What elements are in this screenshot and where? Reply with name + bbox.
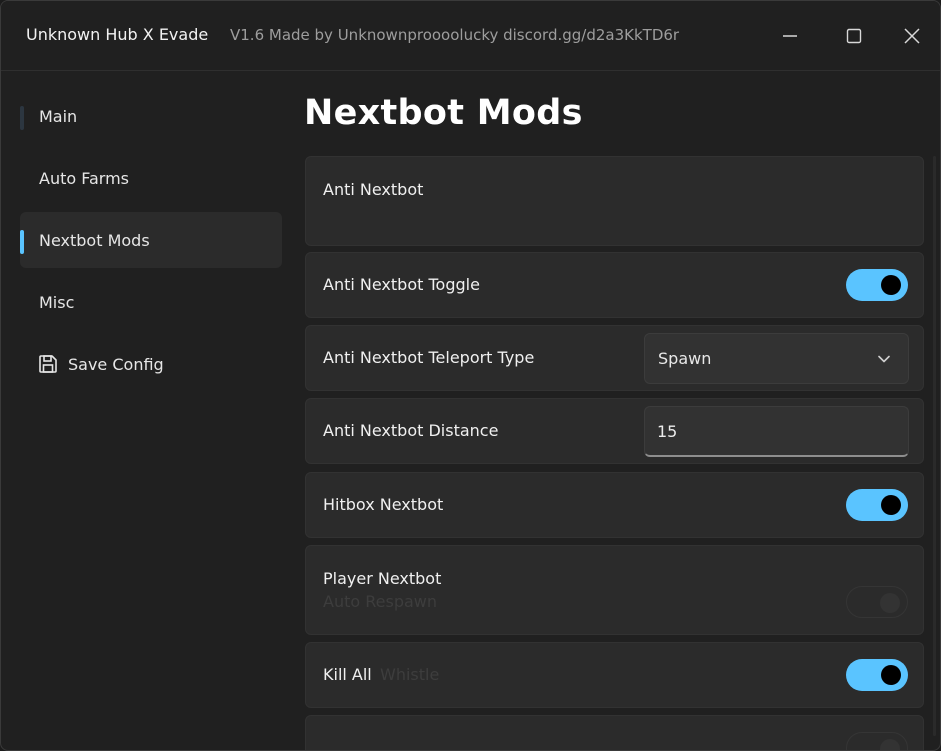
toggle-knob: [881, 665, 901, 685]
window-title: Unknown Hub X Evade: [26, 25, 209, 44]
faded-auto-respawn-label: Auto Respawn: [323, 592, 437, 611]
sidebar-item-label: Misc: [39, 293, 75, 312]
anti-nextbot-toggle-row: Anti Nextbot Toggle: [305, 252, 924, 318]
sidebar-item-save-config[interactable]: Save Config: [20, 336, 282, 392]
minimize-button[interactable]: [772, 19, 808, 53]
sidebar-item-label: Auto Farms: [39, 169, 129, 188]
sidebar-item-label: Save Config: [68, 355, 164, 374]
teleport-type-row: Anti Nextbot Teleport Type Spawn: [305, 325, 924, 391]
sidebar-item-label: Main: [39, 107, 78, 126]
selection-indicator: [20, 230, 24, 254]
content-panel: Anti Nextbot Anti Nextbot Toggle Anti Ne…: [305, 156, 924, 750]
faded-toggle: [846, 732, 908, 750]
distance-row: Anti Nextbot Distance: [305, 398, 924, 464]
row-label: Anti Nextbot Teleport Type: [323, 348, 535, 367]
kill-all-toggle[interactable]: [846, 659, 908, 691]
minimize-icon: [783, 35, 797, 37]
anti-nextbot-toggle[interactable]: [846, 269, 908, 301]
section-card-anti-nextbot: Anti Nextbot: [305, 156, 924, 246]
distance-textbox: [644, 406, 909, 457]
section-card-player-nextbot: Player Nextbot Auto Respawn: [305, 545, 924, 635]
sidebar: Main Auto Farms Nextbot Mods Misc Save C…: [1, 71, 291, 750]
toggle-knob: [881, 495, 901, 515]
maximize-icon: [846, 28, 862, 44]
row-label: Anti Nextbot Toggle: [323, 275, 480, 294]
teleport-type-dropdown[interactable]: Spawn: [644, 333, 909, 384]
close-icon: [904, 28, 920, 44]
title-bar: Unknown Hub X Evade V1.6 Made by Unknown…: [1, 1, 940, 71]
partial-row: [305, 715, 924, 750]
toggle-knob: [881, 275, 901, 295]
faded-whistle-label: Whistle: [380, 665, 440, 684]
dropdown-value: Spawn: [658, 349, 712, 368]
distance-input[interactable]: [657, 420, 887, 442]
section-header: Anti Nextbot: [323, 180, 424, 199]
sidebar-item-misc[interactable]: Misc: [20, 274, 282, 330]
app-window: Unknown Hub X Evade V1.6 Made by Unknown…: [0, 0, 941, 751]
sidebar-item-nextbot-mods[interactable]: Nextbot Mods: [20, 212, 282, 268]
sidebar-item-auto-farms[interactable]: Auto Farms: [20, 150, 282, 206]
toggle-knob: [880, 739, 900, 750]
toggle-knob: [880, 593, 900, 613]
save-icon: [39, 355, 57, 373]
hitbox-nextbot-row: Hitbox Nextbot: [305, 472, 924, 538]
scrollbar[interactable]: [933, 156, 936, 736]
row-label: Anti Nextbot Distance: [323, 421, 499, 440]
selection-indicator: [20, 106, 24, 130]
maximize-button[interactable]: [836, 19, 872, 53]
faded-toggle: [846, 586, 908, 618]
chevron-down-icon: [878, 355, 890, 363]
row-label: Hitbox Nextbot: [323, 495, 444, 514]
window-subtitle: V1.6 Made by Unknownproooolucky discord.…: [230, 26, 680, 44]
sidebar-item-main[interactable]: Main: [20, 88, 282, 144]
section-header: Player Nextbot: [323, 569, 442, 588]
close-button[interactable]: [894, 19, 930, 53]
sidebar-item-label: Nextbot Mods: [39, 231, 150, 250]
kill-all-row: Kill All Whistle: [305, 642, 924, 708]
page-title: Nextbot Mods: [304, 93, 583, 133]
row-label: Kill All: [323, 665, 372, 684]
hitbox-nextbot-toggle[interactable]: [846, 489, 908, 521]
